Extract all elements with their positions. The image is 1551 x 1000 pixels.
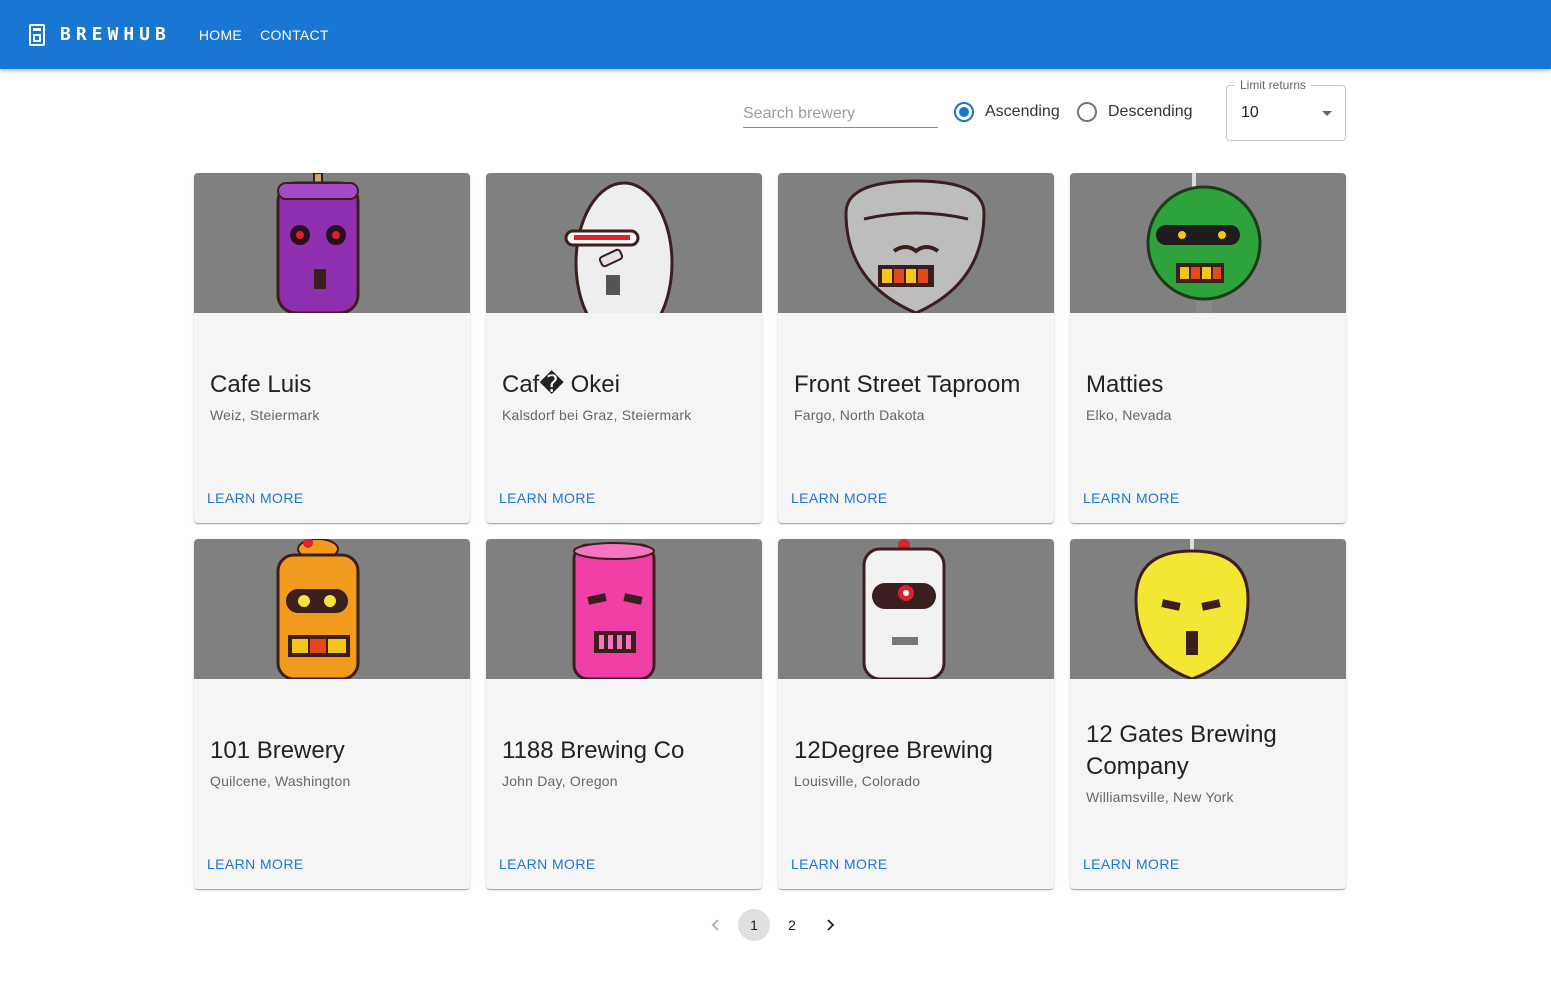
card-location: Fargo, North Dakota	[794, 407, 925, 423]
card-location: Quilcene, Washington	[210, 773, 351, 789]
robot-gray-icon	[844, 179, 986, 313]
page-button-1[interactable]: 1	[738, 909, 770, 941]
brewery-card: Caf� Okei Kalsdorf bei Graz, Steiermark …	[486, 173, 762, 523]
card-media	[194, 539, 470, 679]
radio-descending-label: Descending	[1108, 103, 1193, 120]
limit-returns-label: Limit returns	[1235, 78, 1312, 92]
card-title: Front Street Taproom	[794, 371, 1021, 398]
robot-purple-icon	[276, 173, 360, 313]
card-title: Cafe Luis	[210, 371, 312, 398]
card-media	[194, 173, 470, 313]
learn-more-button[interactable]: LEARN MORE	[207, 490, 304, 506]
robot-green-icon	[1146, 173, 1262, 313]
page-button-2[interactable]: 2	[776, 909, 808, 941]
brewery-card: 12 Gates Brewing Company Williamsville, …	[1070, 539, 1346, 889]
search-input[interactable]	[743, 100, 938, 128]
nav-contact[interactable]: CONTACT	[260, 27, 329, 43]
card-title: 12Degree Brewing	[794, 737, 993, 764]
card-title: Caf� Okei	[502, 371, 620, 398]
robot-orange-icon	[276, 539, 360, 679]
limit-returns-value: 10	[1241, 104, 1259, 121]
card-location: John Day, Oregon	[502, 773, 618, 789]
brewery-card: 1188 Brewing Co John Day, Oregon LEARN M…	[486, 539, 762, 889]
learn-more-button[interactable]: LEARN MORE	[1083, 856, 1180, 872]
radio-ascending-label: Ascending	[985, 103, 1060, 120]
learn-more-button[interactable]: LEARN MORE	[791, 856, 888, 872]
brewery-grid: Cafe Luis Weiz, Steiermark LEARN MORE Ca…	[194, 173, 1346, 889]
brewery-card: 101 Brewery Quilcene, Washington LEARN M…	[194, 539, 470, 889]
coffee-machine-icon[interactable]	[28, 23, 48, 46]
radio-checked-icon[interactable]	[954, 102, 974, 122]
nav-home[interactable]: HOME	[199, 27, 242, 43]
learn-more-button[interactable]: LEARN MORE	[207, 856, 304, 872]
card-title: 1188 Brewing Co	[502, 737, 685, 764]
robot-yellow-icon	[1134, 539, 1250, 679]
card-location: Williamsville, New York	[1086, 789, 1234, 805]
pagination: 1 2	[697, 908, 849, 942]
brewery-card: 12Degree Brewing Louisville, Colorado LE…	[778, 539, 1054, 889]
app-bar: BREWHUB HOME CONTACT	[0, 0, 1551, 69]
learn-more-button[interactable]: LEARN MORE	[791, 490, 888, 506]
learn-more-button[interactable]: LEARN MORE	[499, 490, 596, 506]
card-media	[486, 173, 762, 313]
card-media	[1070, 173, 1346, 313]
card-location: Elko, Nevada	[1086, 407, 1172, 423]
card-title: 101 Brewery	[210, 737, 345, 764]
brewery-card: Front Street Taproom Fargo, North Dakota…	[778, 173, 1054, 523]
robot-white-icon	[564, 181, 674, 313]
robot-pink-icon	[572, 542, 656, 679]
learn-more-button[interactable]: LEARN MORE	[499, 856, 596, 872]
radio-descending[interactable]: Descending	[1077, 102, 1193, 122]
card-location: Louisville, Colorado	[794, 773, 921, 789]
card-media	[486, 539, 762, 679]
card-media	[778, 173, 1054, 313]
radio-unchecked-icon[interactable]	[1077, 102, 1097, 122]
card-location: Kalsdorf bei Graz, Steiermark	[502, 407, 692, 423]
card-media	[1070, 539, 1346, 679]
card-title: Matties	[1086, 371, 1164, 398]
brewery-card: Cafe Luis Weiz, Steiermark LEARN MORE	[194, 173, 470, 523]
chevron-right-icon[interactable]	[814, 909, 846, 941]
card-media	[778, 539, 1054, 679]
brand-logo[interactable]: BREWHUB	[60, 24, 171, 45]
robot-white-red-eye-icon	[862, 539, 946, 679]
card-location: Weiz, Steiermark	[210, 407, 320, 423]
brewery-card: Matties Elko, Nevada LEARN MORE	[1070, 173, 1346, 523]
dropdown-arrow-icon[interactable]	[1322, 111, 1332, 116]
learn-more-button[interactable]: LEARN MORE	[1083, 490, 1180, 506]
radio-ascending[interactable]: Ascending	[954, 102, 1060, 122]
filter-controls: Ascending Descending Limit returns 10	[0, 78, 1551, 150]
card-title: 12 Gates Brewing Company	[1086, 721, 1277, 780]
chevron-left-icon[interactable]	[700, 909, 732, 941]
limit-returns-select[interactable]: Limit returns 10	[1226, 78, 1346, 141]
